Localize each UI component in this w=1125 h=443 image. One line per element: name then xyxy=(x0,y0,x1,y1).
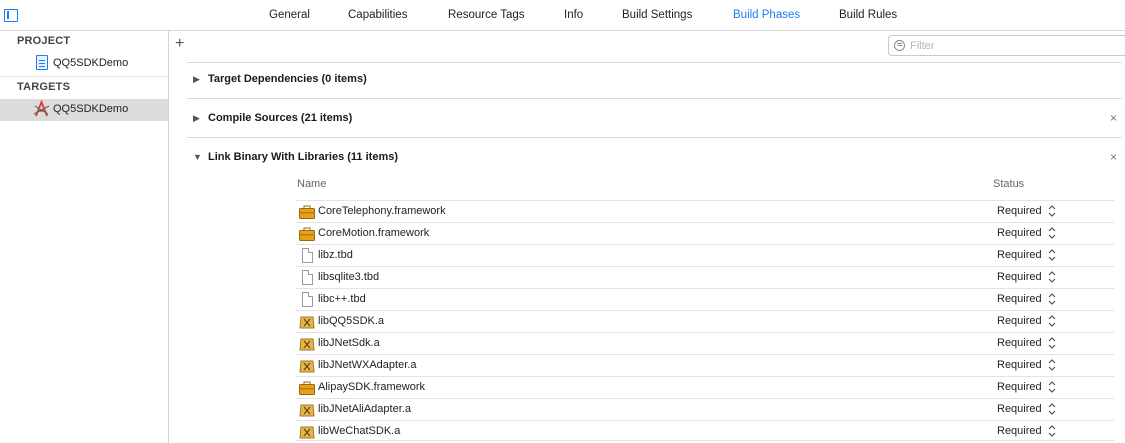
table-row[interactable]: libsqlite3.tbd Required xyxy=(296,266,1114,288)
close-icon[interactable]: × xyxy=(1110,111,1117,125)
library-name: libc++.tbd xyxy=(318,293,366,305)
static-library-icon xyxy=(299,404,315,417)
table-row[interactable]: AlipaySDK.framework Required xyxy=(296,376,1114,398)
table-row[interactable]: CoreTelephony.framework Required xyxy=(296,200,1114,222)
phase-title: Compile Sources (21 items) xyxy=(208,112,353,124)
stepper-updown-icon[interactable] xyxy=(1048,336,1056,350)
library-name: libWeChatSDK.a xyxy=(318,425,401,437)
library-name: libQQ5SDK.a xyxy=(318,315,385,327)
static-library-icon xyxy=(299,360,315,373)
static-library-icon xyxy=(299,316,315,329)
sidebar-divider xyxy=(0,76,168,77)
status-select[interactable]: Required xyxy=(997,359,1042,371)
phase-separator xyxy=(187,98,1122,99)
static-library-icon xyxy=(299,426,315,439)
table-row[interactable]: libQQ5SDK.a Required xyxy=(296,310,1114,332)
framework-toolbox-icon xyxy=(299,227,315,241)
status-select[interactable]: Required xyxy=(997,227,1042,239)
stepper-updown-icon[interactable] xyxy=(1048,292,1056,306)
tab-build-rules[interactable]: Build Rules xyxy=(839,9,897,21)
table-row[interactable]: libJNetSdk.a Required xyxy=(296,332,1114,354)
table-row[interactable]: libJNetAliAdapter.a Required xyxy=(296,398,1114,420)
static-library-icon xyxy=(299,338,315,351)
phase-title: Link Binary With Libraries (11 items) xyxy=(208,151,399,163)
sidebar-item-project[interactable]: QQ5SDKDemo xyxy=(0,53,168,75)
framework-toolbox-icon xyxy=(299,381,315,395)
targets-section-header: TARGETS xyxy=(17,81,71,93)
add-phase-button[interactable]: + xyxy=(175,36,184,52)
text-file-icon xyxy=(302,248,313,263)
status-select[interactable]: Required xyxy=(997,425,1042,437)
status-select[interactable]: Required xyxy=(997,337,1042,349)
status-select[interactable]: Required xyxy=(997,315,1042,327)
tab-strip: General Capabilities Resource Tags Info … xyxy=(0,0,1125,31)
stepper-updown-icon[interactable] xyxy=(1048,270,1056,284)
phase-separator xyxy=(187,137,1122,138)
library-name: libJNetWXAdapter.a xyxy=(318,359,417,371)
name-column-header[interactable]: Name xyxy=(297,178,326,190)
tab-resource-tags[interactable]: Resource Tags xyxy=(448,9,525,21)
status-select[interactable]: Required xyxy=(997,293,1042,305)
status-select[interactable]: Required xyxy=(997,271,1042,283)
tab-capabilities[interactable]: Capabilities xyxy=(348,9,407,21)
project-file-icon xyxy=(36,55,48,70)
status-column-header[interactable]: Status xyxy=(993,178,1024,190)
library-name: libJNetAliAdapter.a xyxy=(318,403,411,415)
tab-build-settings[interactable]: Build Settings xyxy=(622,9,692,21)
table-row[interactable]: libc++.tbd Required xyxy=(296,288,1114,310)
stepper-updown-icon[interactable] xyxy=(1048,402,1056,416)
library-name: CoreTelephony.framework xyxy=(318,205,446,217)
table-row[interactable]: CoreMotion.framework Required xyxy=(296,222,1114,244)
filter-field[interactable] xyxy=(888,35,1125,56)
disclosure-collapsed-icon[interactable]: ▶ xyxy=(193,74,200,85)
stepper-updown-icon[interactable] xyxy=(1048,226,1056,240)
stepper-updown-icon[interactable] xyxy=(1048,248,1056,262)
library-name: libsqlite3.tbd xyxy=(318,271,380,283)
text-file-icon xyxy=(302,270,313,285)
disclosure-collapsed-icon[interactable]: ▶ xyxy=(193,113,200,124)
stepper-updown-icon[interactable] xyxy=(1048,358,1056,372)
tab-build-phases[interactable]: Build Phases xyxy=(733,9,800,21)
filter-icon xyxy=(894,40,905,51)
library-name: libJNetSdk.a xyxy=(318,337,380,349)
editor-tab-bar: General Capabilities Resource Tags Info … xyxy=(0,0,1125,31)
table-bottom-border xyxy=(296,440,1114,441)
table-row[interactable]: libz.tbd Required xyxy=(296,244,1114,266)
close-icon[interactable]: × xyxy=(1110,150,1117,164)
status-select[interactable]: Required xyxy=(997,381,1042,393)
library-name: libz.tbd xyxy=(318,249,353,261)
text-file-icon xyxy=(302,292,313,307)
stepper-updown-icon[interactable] xyxy=(1048,204,1056,218)
stepper-updown-icon[interactable] xyxy=(1048,314,1056,328)
tab-info[interactable]: Info xyxy=(564,9,583,21)
sidebar-item-label: QQ5SDKDemo xyxy=(53,57,129,69)
stepper-updown-icon[interactable] xyxy=(1048,424,1056,438)
filter-input[interactable] xyxy=(910,38,1120,53)
project-section-header: PROJECT xyxy=(17,35,71,47)
app-target-icon xyxy=(33,100,50,117)
sidebar-item-target[interactable]: QQ5SDKDemo xyxy=(0,99,168,121)
phase-separator xyxy=(187,62,1122,63)
tab-general[interactable]: General xyxy=(269,9,310,21)
status-select[interactable]: Required xyxy=(997,403,1042,415)
project-targets-sidebar: PROJECT QQ5SDKDemo TARGETS QQ5SDKDemo xyxy=(0,31,169,443)
library-name: CoreMotion.framework xyxy=(318,227,430,239)
sidebar-item-label: QQ5SDKDemo xyxy=(53,103,129,115)
status-select[interactable]: Required xyxy=(997,249,1042,261)
status-select[interactable]: Required xyxy=(997,205,1042,217)
stepper-updown-icon[interactable] xyxy=(1048,380,1056,394)
library-name: AlipaySDK.framework xyxy=(318,381,425,393)
phase-title: Target Dependencies (0 items) xyxy=(208,73,367,85)
disclosure-expanded-icon[interactable]: ▼ xyxy=(193,152,202,162)
framework-toolbox-icon xyxy=(299,205,315,219)
table-row[interactable]: libWeChatSDK.a Required xyxy=(296,420,1114,442)
table-row[interactable]: libJNetWXAdapter.a Required xyxy=(296,354,1114,376)
